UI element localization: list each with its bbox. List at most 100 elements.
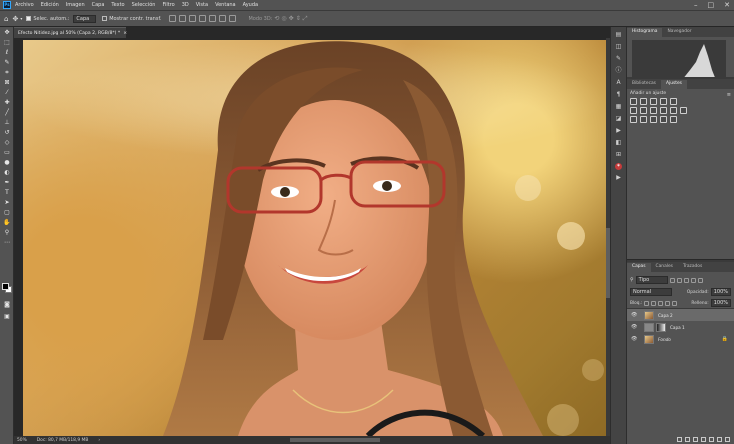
exposure-icon[interactable] bbox=[660, 98, 667, 105]
scale-3d-icon[interactable]: ⤢ bbox=[303, 15, 308, 23]
levels-icon[interactable] bbox=[640, 98, 647, 105]
history-panel-icon[interactable]: ▤ bbox=[614, 31, 623, 39]
filter-pixel-icon[interactable] bbox=[669, 277, 675, 283]
menu-ventana[interactable]: Ventana bbox=[215, 2, 236, 8]
tab-histogram[interactable]: Histograma bbox=[627, 28, 663, 37]
status-menu-arrow[interactable]: › bbox=[98, 438, 100, 443]
fill-field[interactable]: 100% bbox=[710, 299, 731, 307]
align-bottom-icon[interactable] bbox=[219, 15, 227, 22]
horizontal-scroll-thumb[interactable] bbox=[290, 438, 380, 442]
panel-menu-icon[interactable]: ≡ bbox=[727, 92, 731, 98]
paragraph-panel-icon[interactable]: ¶ bbox=[614, 91, 623, 99]
delete-layer-icon[interactable] bbox=[725, 437, 730, 442]
lock-image-icon[interactable] bbox=[651, 300, 657, 306]
stamp-icon[interactable]: ⊥ bbox=[2, 118, 12, 127]
menu-ayuda[interactable]: Ayuda bbox=[243, 2, 258, 8]
menu-imagen[interactable]: Imagen bbox=[66, 2, 85, 8]
blend-mode-dropdown[interactable]: Normal bbox=[630, 288, 672, 296]
foreground-color-swatch[interactable] bbox=[2, 283, 9, 290]
layer-row-fondo[interactable]: 👁 Fondo 🔒 bbox=[627, 333, 734, 345]
lock-all-icon[interactable] bbox=[672, 300, 678, 306]
menu-archivo[interactable]: Archivo bbox=[15, 2, 34, 8]
filter-smart-icon[interactable] bbox=[697, 277, 703, 283]
canvas-image[interactable] bbox=[23, 40, 606, 436]
tab-adjustments[interactable]: Ajustes bbox=[660, 80, 687, 89]
align-top-icon[interactable] bbox=[199, 15, 207, 22]
layer-filter-dropdown[interactable]: Tipo bbox=[635, 276, 668, 284]
black-white-icon[interactable] bbox=[650, 107, 657, 114]
layer-comps-icon[interactable]: ◧ bbox=[614, 139, 623, 147]
orbit-3d-icon[interactable]: ⟲ bbox=[274, 15, 279, 22]
move-icon[interactable]: ✥ bbox=[2, 28, 12, 37]
color-balance-icon[interactable] bbox=[640, 107, 647, 114]
hand-icon[interactable]: ✋ bbox=[2, 218, 12, 227]
close-window-button[interactable]: ✕ bbox=[724, 1, 730, 9]
lasso-icon[interactable]: ℓ bbox=[2, 48, 12, 57]
more-options-icon[interactable] bbox=[229, 15, 237, 22]
color-lookup-icon[interactable] bbox=[680, 107, 687, 114]
frame-icon[interactable]: ⊠ bbox=[2, 78, 12, 87]
layer-row-capa-2[interactable]: 👁 Capa 2 bbox=[627, 309, 734, 321]
gradient-icon[interactable]: ▭ bbox=[2, 148, 12, 157]
zoom-level[interactable]: 50% bbox=[17, 438, 27, 443]
align-center-icon[interactable] bbox=[179, 15, 187, 22]
lock-position-icon[interactable] bbox=[658, 300, 664, 306]
more-icon[interactable]: ⋯ bbox=[2, 238, 12, 247]
threshold-icon[interactable] bbox=[650, 116, 657, 123]
layer-style-icon[interactable] bbox=[685, 437, 690, 442]
swatches-panel-icon[interactable]: ▦ bbox=[614, 103, 623, 111]
filter-type-icon[interactable] bbox=[683, 277, 689, 283]
home-icon[interactable]: ⌂ bbox=[4, 15, 8, 23]
selective-color-icon[interactable] bbox=[670, 116, 677, 123]
hue-saturation-icon[interactable] bbox=[630, 107, 637, 114]
eyedropper-icon[interactable]: ⁄ bbox=[2, 88, 12, 97]
opacity-field[interactable]: 100% bbox=[710, 288, 731, 296]
layer-row-capa-1[interactable]: 👁 Capa 1 bbox=[627, 321, 734, 333]
transform-controls-checkbox[interactable] bbox=[102, 16, 108, 21]
heal-icon[interactable]: ✚ bbox=[2, 98, 12, 107]
menu-texto[interactable]: Texto bbox=[111, 2, 124, 8]
rectangle-icon[interactable]: ▢ bbox=[2, 208, 12, 217]
tab-paths[interactable]: Trazados bbox=[678, 263, 707, 272]
brightness-contrast-icon[interactable] bbox=[630, 98, 637, 105]
gradient-map-icon[interactable] bbox=[660, 116, 667, 123]
styles-panel-icon[interactable]: ◪ bbox=[614, 115, 623, 123]
type-icon[interactable]: T bbox=[2, 188, 12, 197]
pen-icon[interactable]: ✒ bbox=[2, 178, 12, 187]
minimize-button[interactable]: – bbox=[694, 1, 698, 9]
auto-select-dropdown[interactable]: Capa bbox=[73, 14, 97, 23]
screen-mode-icon[interactable]: ▣ bbox=[2, 312, 12, 321]
visibility-eye-icon[interactable]: 👁 bbox=[631, 336, 637, 342]
history-brush-icon[interactable]: ↺ bbox=[2, 128, 12, 137]
lock-artboard-icon[interactable] bbox=[665, 300, 671, 306]
new-group-icon[interactable] bbox=[709, 437, 714, 442]
align-right-icon[interactable] bbox=[189, 15, 197, 22]
align-middle-icon[interactable] bbox=[209, 15, 217, 22]
actions-panel-icon[interactable]: ▶ bbox=[614, 127, 623, 135]
adobe-stock-icon[interactable]: ✶ bbox=[615, 163, 622, 170]
move-tool-preset-icon[interactable]: ✥ bbox=[12, 15, 18, 23]
tab-channels[interactable]: Canales bbox=[651, 263, 678, 272]
quick-select-icon[interactable]: ✎ bbox=[2, 58, 12, 67]
menu-capa[interactable]: Capa bbox=[92, 2, 105, 8]
play-icon[interactable]: ▶ bbox=[614, 174, 623, 182]
curves-icon[interactable] bbox=[650, 98, 657, 105]
character-panel-icon[interactable]: A bbox=[614, 79, 623, 87]
document-tab[interactable]: Efecto Nitidez.jpg al 50% (Capa 2, RGB/8… bbox=[14, 27, 127, 38]
quick-mask-icon[interactable]: ◙ bbox=[2, 300, 12, 309]
brush-icon[interactable]: ╱ bbox=[2, 108, 12, 117]
filter-adjust-icon[interactable] bbox=[676, 277, 682, 283]
auto-select-checkbox[interactable] bbox=[26, 16, 32, 21]
glyphs-panel-icon[interactable]: ⊞ bbox=[614, 151, 623, 159]
properties-panel-icon[interactable]: ◫ bbox=[614, 43, 623, 51]
invert-icon[interactable] bbox=[630, 116, 637, 123]
menu-3d[interactable]: 3D bbox=[182, 2, 189, 8]
menu-edicion[interactable]: Edición bbox=[41, 2, 59, 8]
maximize-button[interactable]: □ bbox=[708, 1, 715, 9]
channel-mixer-icon[interactable] bbox=[670, 107, 677, 114]
align-left-icon[interactable] bbox=[169, 15, 177, 22]
tab-layers[interactable]: Capas bbox=[627, 263, 651, 272]
visibility-eye-icon[interactable]: 👁 bbox=[631, 312, 637, 318]
zoom-icon[interactable]: ⚲ bbox=[2, 228, 12, 237]
posterize-icon[interactable] bbox=[640, 116, 647, 123]
